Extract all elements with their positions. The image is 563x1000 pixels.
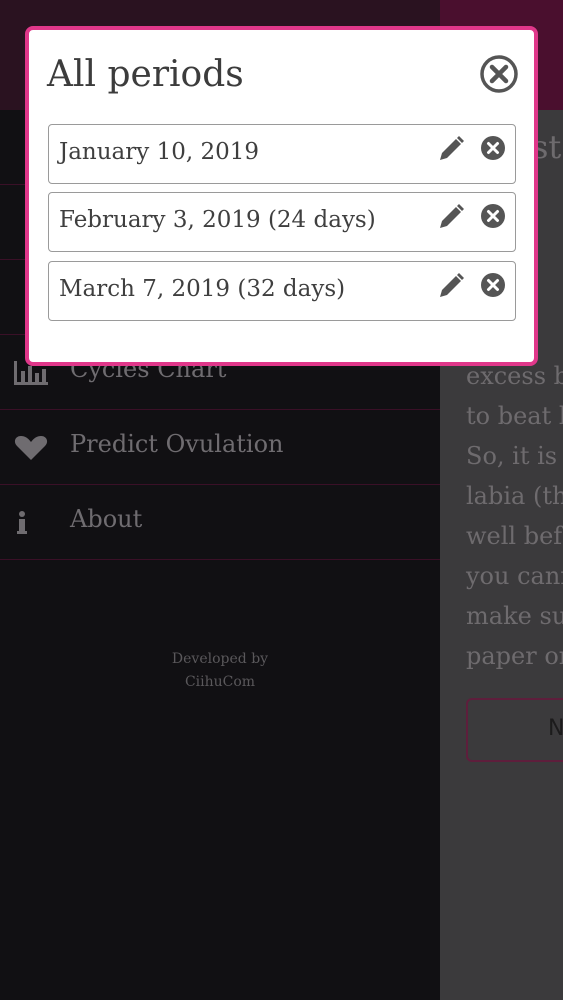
all-periods-dialog: All periods January 10, 2019 February 3,… [25, 26, 538, 366]
developer-credit-name: CiihuCom [184, 674, 256, 690]
article-line: make su [466, 602, 563, 630]
period-label: February 3, 2019 (24 days) [59, 207, 376, 233]
sidebar-item-label: Predict Ovulation [70, 430, 284, 458]
main-action-button-label: N [548, 716, 563, 741]
period-label: March 7, 2019 (32 days) [59, 276, 346, 302]
sidebar-item-predict-ovulation[interactable]: Predict Ovulation [0, 410, 440, 485]
delete-period-icon[interactable] [480, 135, 506, 161]
main-action-button[interactable]: N [466, 698, 563, 762]
delete-period-icon[interactable] [480, 203, 506, 229]
period-row[interactable]: February 3, 2019 (24 days) [48, 192, 516, 252]
delete-period-icon[interactable] [480, 272, 506, 298]
article-line: to beat b [466, 402, 563, 430]
article-line: paper or [466, 642, 563, 670]
dialog-title: All periods [47, 54, 244, 95]
sidebar-item-label: About [70, 505, 143, 533]
heart-icon [14, 436, 48, 460]
period-row[interactable]: January 10, 2019 [48, 124, 516, 184]
edit-pencil-icon[interactable] [437, 135, 465, 163]
period-label: January 10, 2019 [59, 139, 259, 165]
article-line: labia (the [466, 482, 563, 510]
sidebar-item-about[interactable]: About [0, 485, 440, 560]
developer-credit: Developed by CiihuCom [0, 648, 440, 694]
period-row[interactable]: March 7, 2019 (32 days) [48, 261, 516, 321]
article-line: So, it is i [466, 442, 563, 470]
article-line: well befo [466, 522, 563, 550]
article-line: you cann [466, 562, 563, 590]
edit-pencil-icon[interactable] [437, 203, 465, 231]
close-dialog-icon[interactable] [477, 52, 521, 96]
developer-credit-line: Developed by [171, 651, 269, 667]
edit-pencil-icon[interactable] [437, 272, 465, 300]
info-icon [17, 511, 27, 534]
